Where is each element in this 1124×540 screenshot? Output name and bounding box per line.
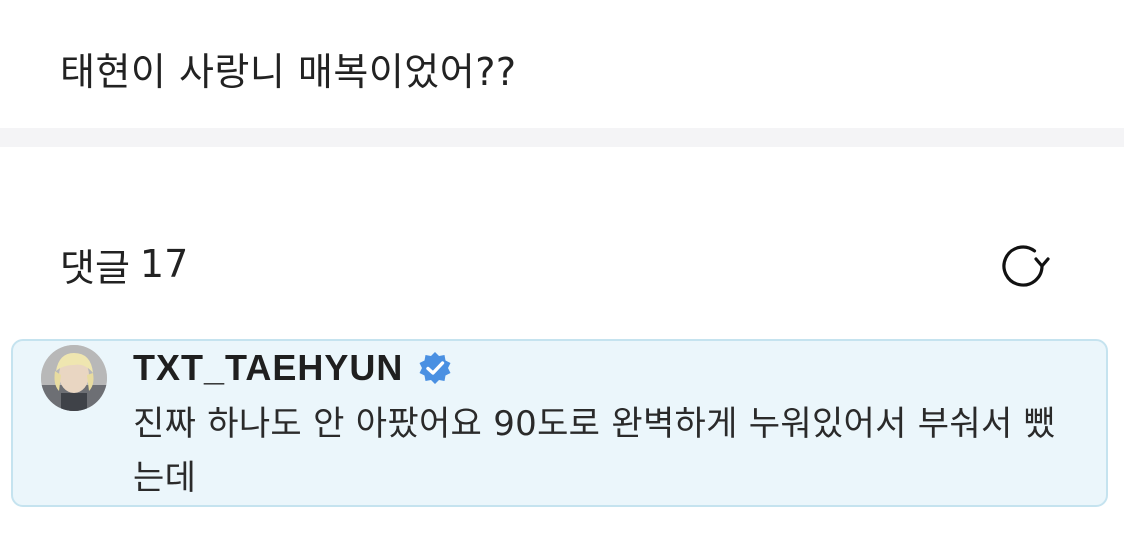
comment-author-name[interactable]: TXT_TAEHYUN	[133, 347, 403, 389]
post-text: 태현이 사랑니 매복이었어??	[60, 50, 517, 94]
section-divider	[0, 128, 1124, 147]
comments-header: 댓글 17	[60, 234, 188, 294]
comment-author-row: TXT_TAEHYUN	[133, 343, 453, 393]
comments-count: 17	[139, 242, 189, 286]
refresh-icon	[1002, 245, 1050, 287]
avatar[interactable]	[41, 345, 107, 411]
refresh-button[interactable]	[993, 236, 1053, 296]
verified-badge-icon	[419, 352, 451, 384]
comments-label: 댓글	[60, 245, 130, 290]
comment-text: 진짜 하나도 안 아팠어요 90도로 완벽하게 누워있어서 부숴서 뺐는데	[133, 404, 1056, 498]
highlighted-comment-card: TXT_TAEHYUN 진짜 하나도 안 아팠어요 90도로 완벽하게 누워있어…	[11, 339, 1108, 507]
